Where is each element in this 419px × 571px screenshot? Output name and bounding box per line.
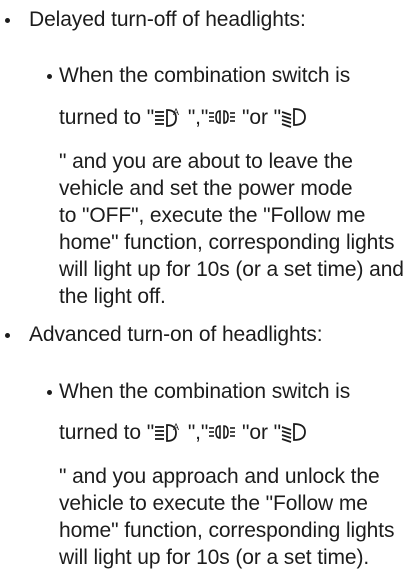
sub-bullet xyxy=(47,390,52,395)
low-beam-icon xyxy=(281,421,309,443)
body-line: to "OFF", execute the "Follow me xyxy=(59,204,366,227)
section-heading: Advanced turn-on of headlights: xyxy=(29,323,323,346)
bullet xyxy=(5,333,10,338)
body-line: vehicle and set the power mode xyxy=(59,177,353,200)
auto-headlight-icon: A xyxy=(154,421,182,443)
body-line: home" function, corresponding lights xyxy=(59,231,395,254)
manual-page: Delayed turn-off of headlights: When the… xyxy=(0,0,419,569)
body-line: " and you approach and unlock the xyxy=(59,465,380,488)
bullet xyxy=(5,18,10,23)
body-line: home" function, corresponding lights xyxy=(59,519,395,542)
body-line: vehicle to execute the "Follow me xyxy=(59,492,368,515)
switch-positions-line: turned to " A "," "or " xyxy=(59,104,309,131)
body-line: will light up for 10s (or a set time). xyxy=(59,546,370,569)
svg-text:A: A xyxy=(173,422,179,432)
auto-headlight-icon: A xyxy=(154,106,182,128)
sub-item-line: When the combination switch is xyxy=(59,380,351,403)
position-light-icon xyxy=(208,106,236,128)
body-line: the light off. xyxy=(59,285,166,308)
sub-bullet xyxy=(47,74,52,79)
sub-item-line: When the combination switch is xyxy=(59,64,351,87)
svg-text:A: A xyxy=(173,107,179,117)
body-line: " and you are about to leave the xyxy=(59,150,353,173)
position-light-icon xyxy=(208,421,236,443)
body-line: will light up for 10s (or a set time) an… xyxy=(59,258,404,281)
switch-positions-line: turned to " A "," "or " xyxy=(59,419,309,446)
section-heading: Delayed turn-off of headlights: xyxy=(29,8,306,31)
low-beam-icon xyxy=(281,106,309,128)
